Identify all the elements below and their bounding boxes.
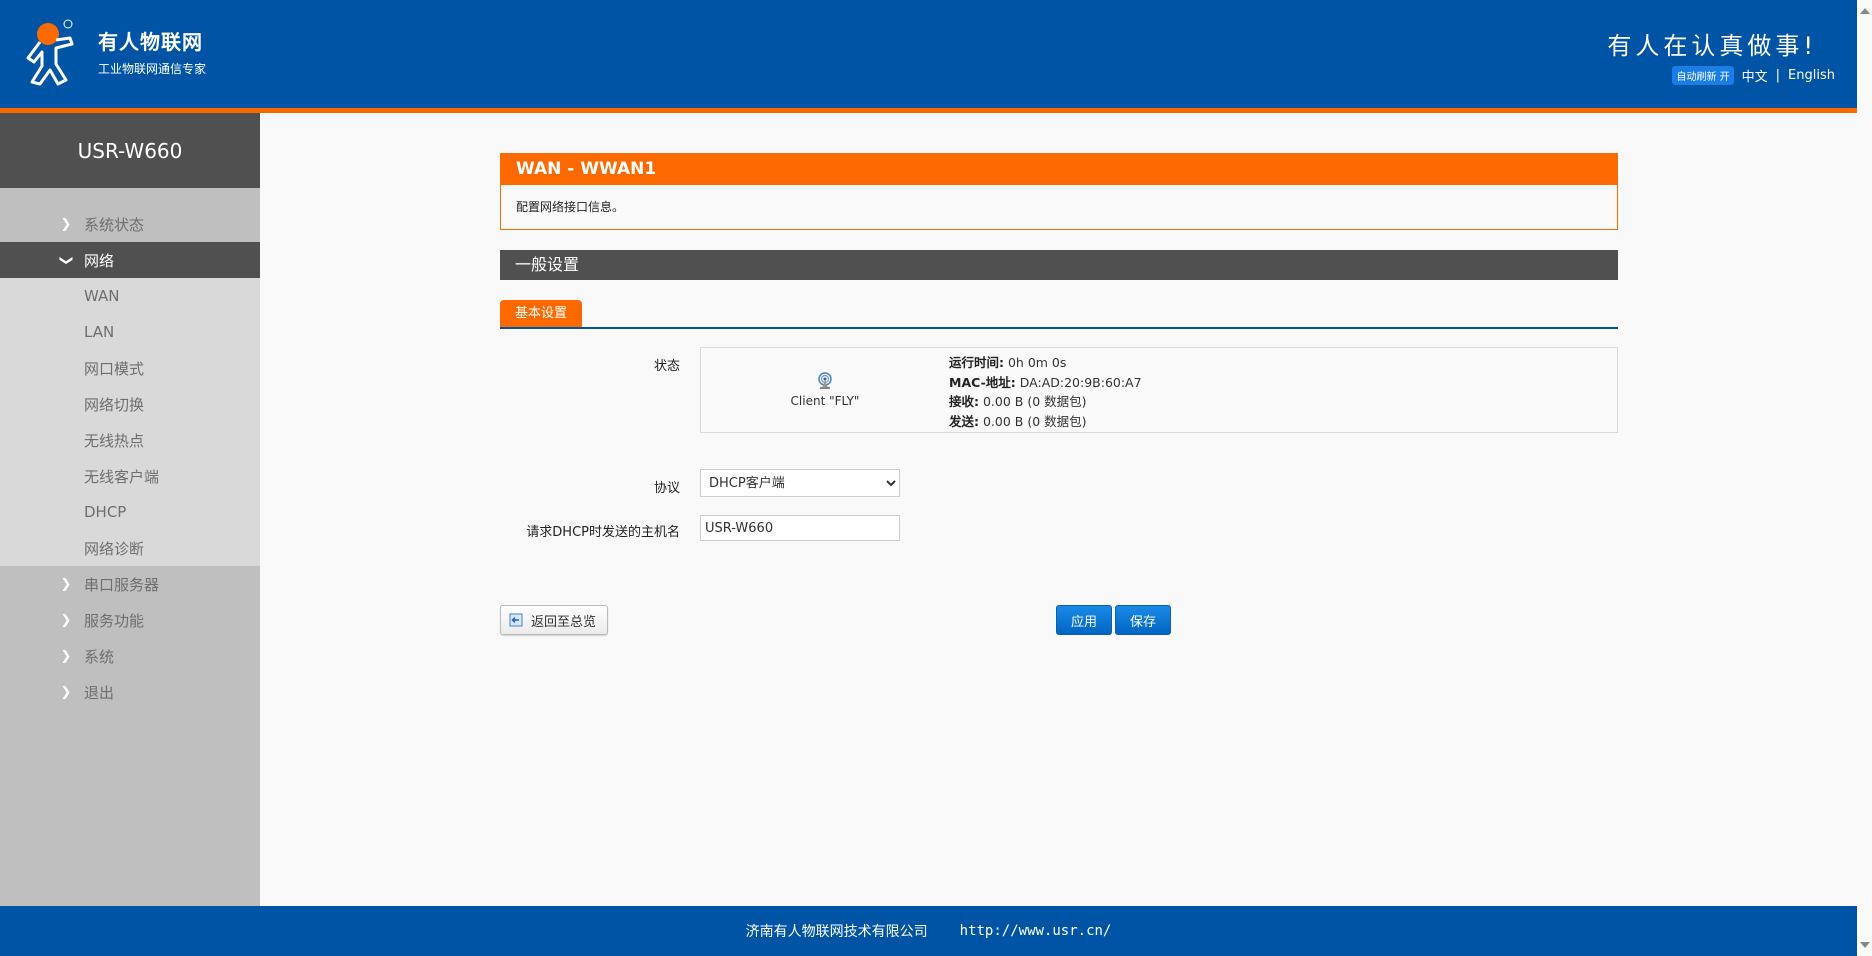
chevron-right-icon: ❯ (60, 216, 72, 232)
brand-subtitle: 工业物联网通信专家 (98, 62, 207, 76)
sidebar-item-services[interactable]: ❯ 服务功能 (0, 602, 260, 638)
protocol-label: 协议 (653, 481, 680, 496)
rx-line: 接收: 0.00 B (0 数据包) (949, 392, 1142, 412)
sidebar-subitem-diagnostics[interactable]: 网络诊断 (0, 530, 260, 566)
header: 有人物联网 工业物联网通信专家 有人在认真做事! 自动刷新 开 中文 | Eng… (0, 0, 1857, 108)
brand-name: 有人物联网 (98, 30, 203, 54)
sidebar-menu: ❯ 系统状态 ❯ 网络 WAN LAN 网口模式 网络切换 无线热点 无线客户端… (0, 206, 260, 710)
page-title-box: WAN - WWAN1 配置网络接口信息。 (500, 153, 1618, 230)
interface-summary: Client "FLY" (701, 348, 949, 432)
lang-english-link[interactable]: English (1788, 68, 1835, 83)
sidebar-item-label: 退出 (84, 683, 115, 702)
sidebar-item-serial-server[interactable]: ❯ 串口服务器 (0, 566, 260, 602)
sidebar-subitem-wireless-ap[interactable]: 无线热点 (0, 422, 260, 458)
rx-value: 0.00 B (0 数据包) (982, 394, 1087, 409)
hostname-input[interactable] (700, 515, 900, 541)
sidebar: USR-W660 ❯ 系统状态 ❯ 网络 WAN LAN 网口模式 网络切换 无… (0, 113, 260, 906)
chevron-right-icon: ❯ (60, 576, 72, 592)
hostname-row: 请求DHCP时发送的主机名 (500, 515, 1618, 543)
tx-value: 0.00 B (0 数据包) (982, 413, 1087, 429)
scroll-up-arrow-icon[interactable] (1860, 8, 1870, 14)
mac-line: MAC-地址: DA:AD:20:9B:60:A7 (949, 373, 1142, 393)
status-details: 运行时间: 0h 0m 0s MAC-地址: DA:AD:20:9B:60:A7… (949, 353, 1142, 431)
interface-name: Client "FLY" (790, 394, 860, 408)
lang-separator: | (1775, 68, 1781, 83)
sidebar-subitem-wireless-client[interactable]: 无线客户端 (0, 458, 260, 494)
status-label: 状态 (653, 359, 680, 374)
sidebar-item-system[interactable]: ❯ 系统 (0, 638, 260, 674)
footer-url-link[interactable]: http://www.usr.cn/ (960, 923, 1112, 939)
sidebar-item-system-status[interactable]: ❯ 系统状态 (0, 206, 260, 242)
tx-label: 发送: (949, 413, 979, 429)
device-name: USR-W660 (0, 113, 260, 188)
tab-basic-settings[interactable]: 基本设置 (500, 300, 583, 327)
sidebar-item-label: 网络 (84, 251, 115, 270)
sidebar-item-label: 系统状态 (84, 215, 145, 234)
rx-label: 接收: (949, 394, 979, 409)
chevron-right-icon: ❯ (60, 612, 72, 628)
chevron-down-icon: ❯ (58, 254, 74, 266)
chevron-right-icon: ❯ (60, 684, 72, 700)
protocol-row: 协议 DHCP客户端 (500, 469, 1618, 499)
tx-line: 发送: 0.00 B (0 数据包) (949, 412, 1142, 432)
header-stripe (0, 108, 1857, 113)
status-box: Client "FLY" 运行时间: 0h 0m 0s MAC-地址: DA:A… (700, 347, 1618, 433)
footer: 济南有人物联网技术有限公司 http://www.usr.cn/ (0, 906, 1857, 956)
back-button-label: 返回至总览 (531, 614, 597, 630)
sidebar-subitem-wan[interactable]: WAN (0, 278, 260, 314)
uptime-line: 运行时间: 0h 0m 0s (949, 353, 1142, 373)
sidebar-item-network[interactable]: ❯ 网络 (0, 242, 260, 278)
wireless-icon (818, 372, 832, 389)
uptime-value: 0h 0m 0s (1007, 355, 1067, 370)
logo-icon (26, 19, 74, 86)
mac-label: MAC-地址: (949, 374, 1016, 390)
save-button[interactable]: 保存 (1115, 605, 1171, 635)
status-row: 状态 Client "FLY" 运行时间: 0h 0m 0s MAC-地址: D… (500, 347, 1618, 433)
hostname-label: 请求DHCP时发送的主机名 (526, 525, 680, 540)
sidebar-subitem-port-mode[interactable]: 网口模式 (0, 350, 260, 386)
section-header: 一般设置 (500, 250, 1618, 280)
footer-company: 济南有人物联网技术有限公司 (745, 924, 928, 940)
page-title: WAN - WWAN1 (501, 154, 1617, 185)
sidebar-item-logout[interactable]: ❯ 退出 (0, 674, 260, 710)
sidebar-subitem-lan[interactable]: LAN (0, 314, 260, 350)
main-content: WAN - WWAN1 配置网络接口信息。 一般设置 基本设置 状态 Clien… (500, 153, 1618, 635)
network-submenu: WAN LAN 网口模式 网络切换 无线热点 无线客户端 DHCP 网络诊断 (0, 278, 260, 566)
apply-button[interactable]: 应用 (1056, 605, 1112, 635)
back-arrow-icon (509, 613, 523, 627)
vertical-scrollbar[interactable] (1857, 0, 1872, 956)
back-to-overview-button[interactable]: 返回至总览 (500, 605, 608, 635)
sidebar-item-label: 服务功能 (84, 611, 145, 630)
mac-value: DA:AD:20:9B:60:A7 (1019, 374, 1142, 390)
auto-refresh-toggle[interactable]: 自动刷新 开 (1672, 66, 1734, 85)
protocol-select[interactable]: DHCP客户端 (700, 469, 900, 497)
tab-bar: 基本设置 (500, 300, 1618, 329)
language-bar: 自动刷新 开 中文 | English (1672, 66, 1835, 85)
sidebar-subitem-network-switch[interactable]: 网络切换 (0, 386, 260, 422)
page-description: 配置网络接口信息。 (516, 200, 625, 214)
chevron-right-icon: ❯ (60, 648, 72, 664)
sidebar-subitem-dhcp[interactable]: DHCP (0, 494, 260, 530)
scroll-down-arrow-icon[interactable] (1860, 942, 1870, 948)
uptime-label: 运行时间: (949, 355, 1004, 370)
slogan: 有人在认真做事! (1607, 32, 1817, 60)
page: 有人物联网 工业物联网通信专家 有人在认真做事! 自动刷新 开 中文 | Eng… (0, 0, 1857, 956)
lang-chinese-link[interactable]: 中文 (1742, 66, 1768, 85)
sidebar-item-label: 系统 (84, 647, 115, 666)
sidebar-item-label: 串口服务器 (84, 575, 160, 594)
